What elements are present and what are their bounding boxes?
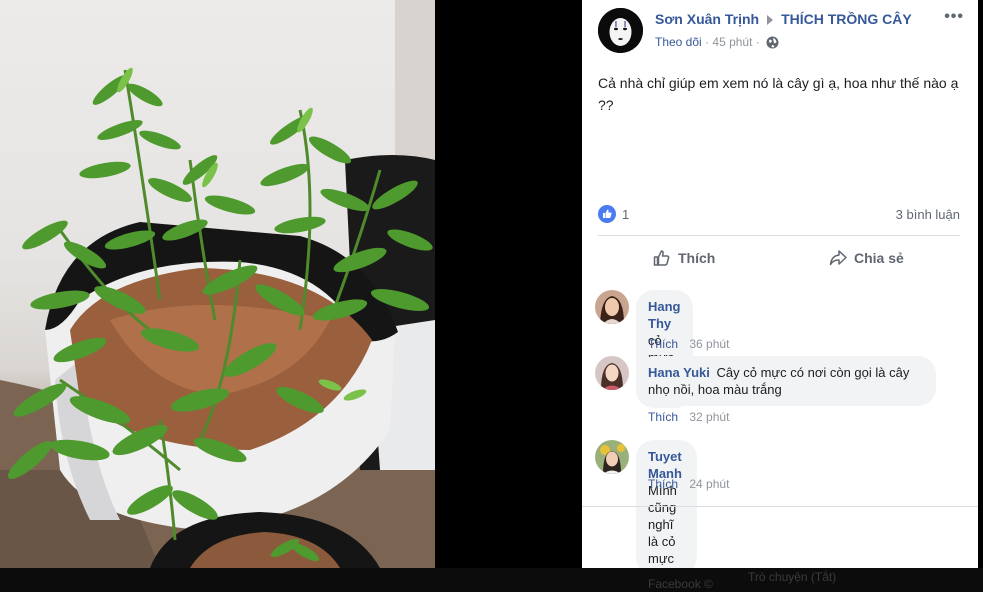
meta-separator: · bbox=[705, 35, 710, 49]
comment-time[interactable]: 32 phút bbox=[689, 410, 729, 424]
comment-like-link[interactable]: Thích bbox=[648, 477, 678, 491]
share-button[interactable]: Chia sẻ bbox=[828, 240, 904, 276]
caret-right-icon bbox=[767, 15, 774, 26]
share-button-label: Chia sẻ bbox=[854, 250, 904, 266]
divider-top bbox=[598, 235, 960, 236]
post-photo[interactable] bbox=[0, 0, 435, 568]
bottom-strip: Facebook © Trò chuyện (Tắt) bbox=[0, 568, 983, 592]
comment-meta: Thích 36 phút bbox=[648, 337, 729, 351]
post-text: Cả nhà chỉ giúp em xem nó là cây gì ạ, h… bbox=[598, 75, 959, 113]
like-reaction-icon[interactable] bbox=[598, 205, 616, 223]
comment-count[interactable]: 3 bình luận bbox=[896, 207, 960, 222]
commenter-avatar[interactable] bbox=[595, 356, 629, 390]
follow-link[interactable]: Theo dõi bbox=[655, 35, 702, 49]
photo-viewer: Sơn Xuân Trịnh THÍCH TRỒNG CÂY ••• Theo d… bbox=[0, 0, 983, 592]
post-actions: Thích Chia sẻ bbox=[598, 240, 960, 276]
comment-like-link[interactable]: Thích bbox=[648, 410, 678, 424]
group-name[interactable]: THÍCH TRỒNG CÂY bbox=[781, 11, 912, 27]
comments-list: Hang Thy cỏ mực đó bạn Thích 36 phút bbox=[582, 280, 978, 575]
more-options-icon[interactable]: ••• bbox=[944, 8, 964, 26]
comment-time[interactable]: 24 phút bbox=[689, 477, 729, 491]
comment-bubble: Hana Yuki Cây cỏ mực có nơi còn gọi là c… bbox=[636, 356, 936, 406]
comment-meta: Thích 32 phút bbox=[648, 410, 729, 424]
like-button[interactable]: Thích bbox=[652, 240, 715, 276]
comment-text: Mình cũng nghĩ là cỏ mực bbox=[648, 483, 677, 566]
globe-icon bbox=[766, 36, 779, 49]
commenter-avatar[interactable] bbox=[595, 290, 629, 324]
like-button-label: Thích bbox=[678, 250, 716, 266]
divider-comments-end bbox=[582, 506, 978, 507]
post-header: Sơn Xuân Trịnh THÍCH TRỒNG CÂY ••• Theo d… bbox=[598, 8, 966, 56]
no-face-avatar-icon bbox=[598, 8, 643, 53]
comment-bubble: Tuyet Manh Mình cũng nghĩ là cỏ mực bbox=[636, 440, 697, 575]
comment-time[interactable]: 36 phút bbox=[689, 337, 729, 351]
like-count[interactable]: 1 bbox=[622, 207, 629, 222]
author-avatar[interactable] bbox=[598, 8, 643, 53]
chat-status-label[interactable]: Trò chuyện (Tắt) bbox=[748, 570, 836, 584]
commenter-name[interactable]: Hana Yuki bbox=[648, 365, 710, 380]
commenter-name[interactable]: Hang Thy bbox=[648, 299, 681, 331]
share-arrow-icon bbox=[829, 250, 847, 266]
author-line: Sơn Xuân Trịnh THÍCH TRỒNG CÂY bbox=[655, 11, 912, 27]
commenter-avatar[interactable] bbox=[595, 440, 629, 474]
reactions-bar: 1 3 bình luận bbox=[598, 205, 960, 225]
thumbs-up-icon bbox=[653, 250, 670, 266]
post-meta: Theo dõi · 45 phút · bbox=[655, 35, 779, 49]
comment-like-link[interactable]: Thích bbox=[648, 337, 678, 351]
facebook-footer-label: Facebook © bbox=[648, 577, 713, 591]
meta-separator-2: · bbox=[755, 35, 760, 49]
post-time[interactable]: 45 phút bbox=[712, 35, 752, 49]
comment-meta: Thích 24 phút bbox=[648, 477, 729, 491]
author-name[interactable]: Sơn Xuân Trịnh bbox=[655, 11, 759, 27]
plant-photo-image bbox=[0, 0, 435, 568]
post-panel: Sơn Xuân Trịnh THÍCH TRỒNG CÂY ••• Theo d… bbox=[582, 0, 978, 575]
